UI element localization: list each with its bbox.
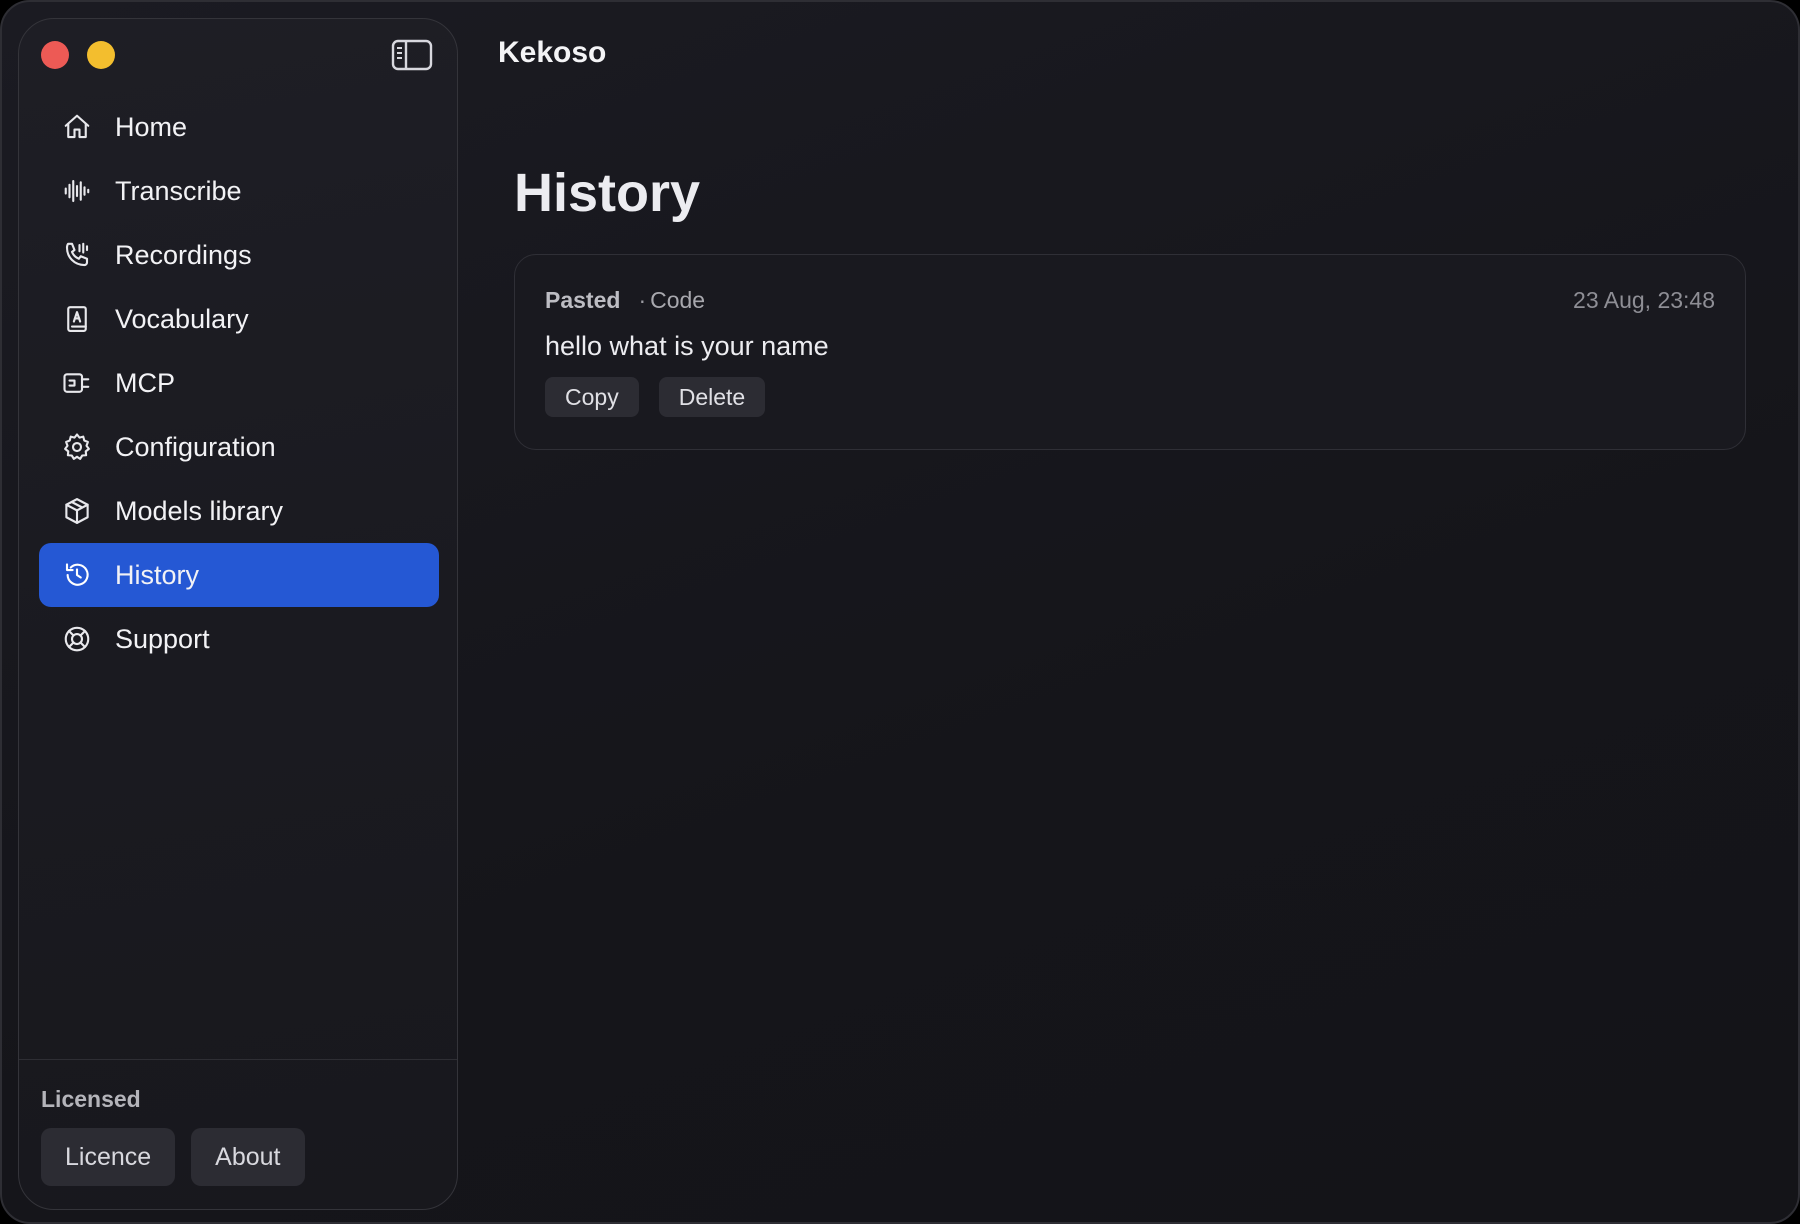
sidebar-item-vocabulary[interactable]: Vocabulary [39, 287, 439, 351]
minimize-window-button[interactable] [87, 41, 115, 69]
delete-button[interactable]: Delete [658, 377, 766, 417]
sidebar: Home Transcribe Recordings Vocabulary MC… [18, 18, 458, 1210]
licence-button[interactable]: Licence [41, 1128, 176, 1186]
plug-icon [61, 367, 93, 399]
sidebar-footer: Licensed Licence About [19, 1059, 457, 1209]
sidebar-item-transcribe[interactable]: Transcribe [39, 159, 439, 223]
entry-text: hello what is your name [545, 331, 829, 361]
history-entry-card: Pasted · Code 23 Aug, 23:48 hello what i… [514, 254, 1746, 450]
sidebar-item-models-library[interactable]: Models library [39, 479, 439, 543]
sidebar-item-label: Vocabulary [115, 303, 249, 334]
sidebar-item-mcp[interactable]: MCP [39, 351, 439, 415]
sidebar-item-label: Models library [115, 495, 284, 526]
sidebar-toggle-icon [391, 39, 433, 71]
home-icon [61, 111, 93, 143]
traffic-lights [41, 41, 115, 69]
meta-separator: · [638, 287, 647, 313]
lifebuoy-icon [61, 623, 93, 655]
copy-button[interactable]: Copy [545, 377, 639, 417]
entry-status: Pasted [545, 287, 621, 313]
sidebar-nav: Home Transcribe Recordings Vocabulary MC… [39, 95, 439, 671]
sidebar-item-label: Transcribe [115, 175, 242, 206]
entry-source: Code [650, 287, 706, 313]
sidebar-item-configuration[interactable]: Configuration [39, 415, 439, 479]
waveform-icon [61, 175, 93, 207]
sidebar-item-label: History [115, 559, 200, 590]
sidebar-item-home[interactable]: Home [39, 95, 439, 159]
sidebar-item-label: MCP [115, 367, 175, 398]
close-window-button[interactable] [41, 41, 69, 69]
sidebar-item-label: Recordings [115, 239, 252, 270]
gear-icon [61, 431, 93, 463]
history-icon [61, 559, 93, 591]
sidebar-item-recordings[interactable]: Recordings [39, 223, 439, 287]
sidebar-item-support[interactable]: Support [39, 607, 439, 671]
page-title: History [514, 163, 701, 223]
license-status: Licensed [41, 1086, 141, 1112]
sidebar-item-label: Support [115, 623, 210, 654]
dictionary-icon [61, 303, 93, 335]
phone-wave-icon [61, 239, 93, 271]
about-button[interactable]: About [191, 1128, 305, 1186]
sidebar-toggle-button[interactable] [391, 37, 433, 73]
entry-timestamp: 23 Aug, 23:48 [1573, 287, 1715, 313]
footer-buttons: Licence About [41, 1128, 305, 1186]
sidebar-item-label: Configuration [115, 431, 276, 462]
app-window: Home Transcribe Recordings Vocabulary MC… [0, 0, 1800, 1224]
entry-meta: Pasted · Code [545, 287, 705, 314]
cube-icon [61, 495, 93, 527]
entry-actions: Copy Delete [545, 377, 766, 417]
sidebar-item-history[interactable]: History [39, 543, 439, 607]
sidebar-item-label: Home [115, 111, 188, 142]
app-title: Kekoso [498, 36, 607, 69]
